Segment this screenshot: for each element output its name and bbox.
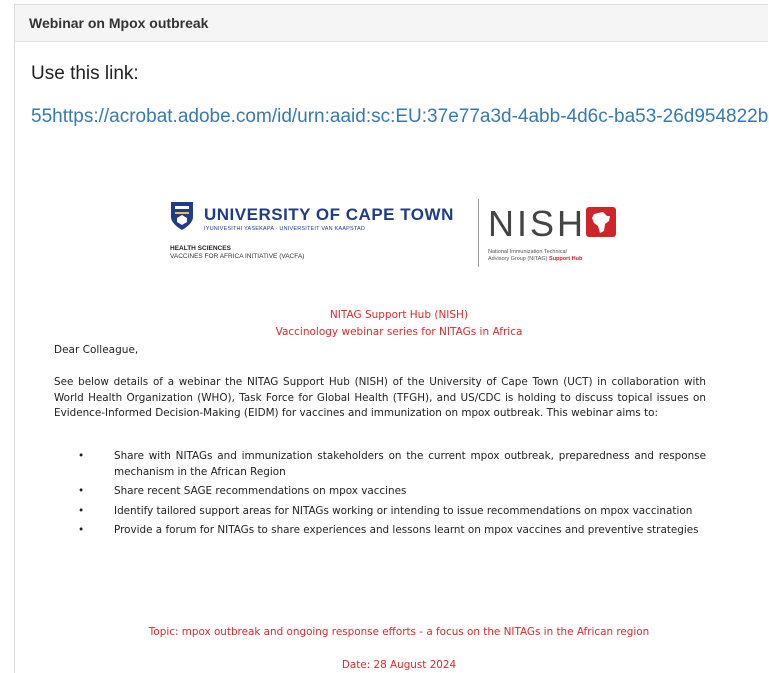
uct-name: UNIVERSITY OF CAPE TOWN [204,205,454,224]
embedded-letter-image: UNIVERSITY OF CAPE TOWN IYUNIVESITHI YAS… [54,199,744,671]
salutation: Dear Colleague, [54,344,139,356]
logo-banner: UNIVERSITY OF CAPE TOWN IYUNIVESITHI YAS… [54,199,744,279]
panel-title: Webinar on Mpox outbreak [29,15,209,31]
list-item: Provide a forum for NITAGs to share expe… [74,523,706,539]
letter-heading-line1: NITAG Support Hub (NISH) [329,309,469,321]
aims-list: Share with NITAGs and immunization stake… [74,449,706,543]
panel-header: Webinar on Mpox outbreak [15,5,768,42]
list-item: Share recent SAGE recommendations on mpo… [74,484,706,500]
list-item: Identify tailored support areas for NITA… [74,504,706,520]
webinar-date: Date: 28 August 2024 [341,659,457,671]
nish-line2-highlight: Support Hub [549,256,583,262]
nish-line1: National Immunization Technical [488,249,567,255]
webinar-topic: Topic: mpox outbreak and ongoing respons… [148,626,650,638]
uct-faculty: HEALTH SCIENCES [170,245,231,252]
nish-line2: Advisory Group (NITAG) Support Hub [488,256,582,262]
uct-logo: UNIVERSITY OF CAPE TOWN IYUNIVESITHI YAS… [170,199,460,260]
lead-text: Use this link: [31,63,139,84]
uct-subtitle: IYUNIVESITHI YASEKAPA · UNIVERSITEIT VAN… [204,226,366,232]
list-item: Share with NITAGs and immunization stake… [74,449,706,480]
nish-wordmark: NISH [488,203,587,244]
uct-initiative: VACCINES FOR AFRICA INITIATIVE (VACFA) [170,253,305,260]
uct-shield-icon [171,202,193,230]
acrobat-link[interactable]: 55https://acrobat.adobe.com/id/urn:aaid:… [31,100,769,134]
letter-paragraph: See below details of a webinar the NITAG… [54,376,706,419]
nish-africa-icon [586,207,616,237]
nish-line2-prefix: Advisory Group (NITAG) [488,256,548,262]
letter-heading: NITAG Support Hub (NISH) Vaccinology web… [54,307,744,341]
logo-divider [478,199,479,267]
nish-logo: NISH National Immunization Technical Adv… [488,199,688,269]
panel-body: Use this link: 55https://acrobat.adobe.c… [15,42,768,134]
letter-heading-line2: Vaccinology webinar series for NITAGs in… [275,326,523,338]
